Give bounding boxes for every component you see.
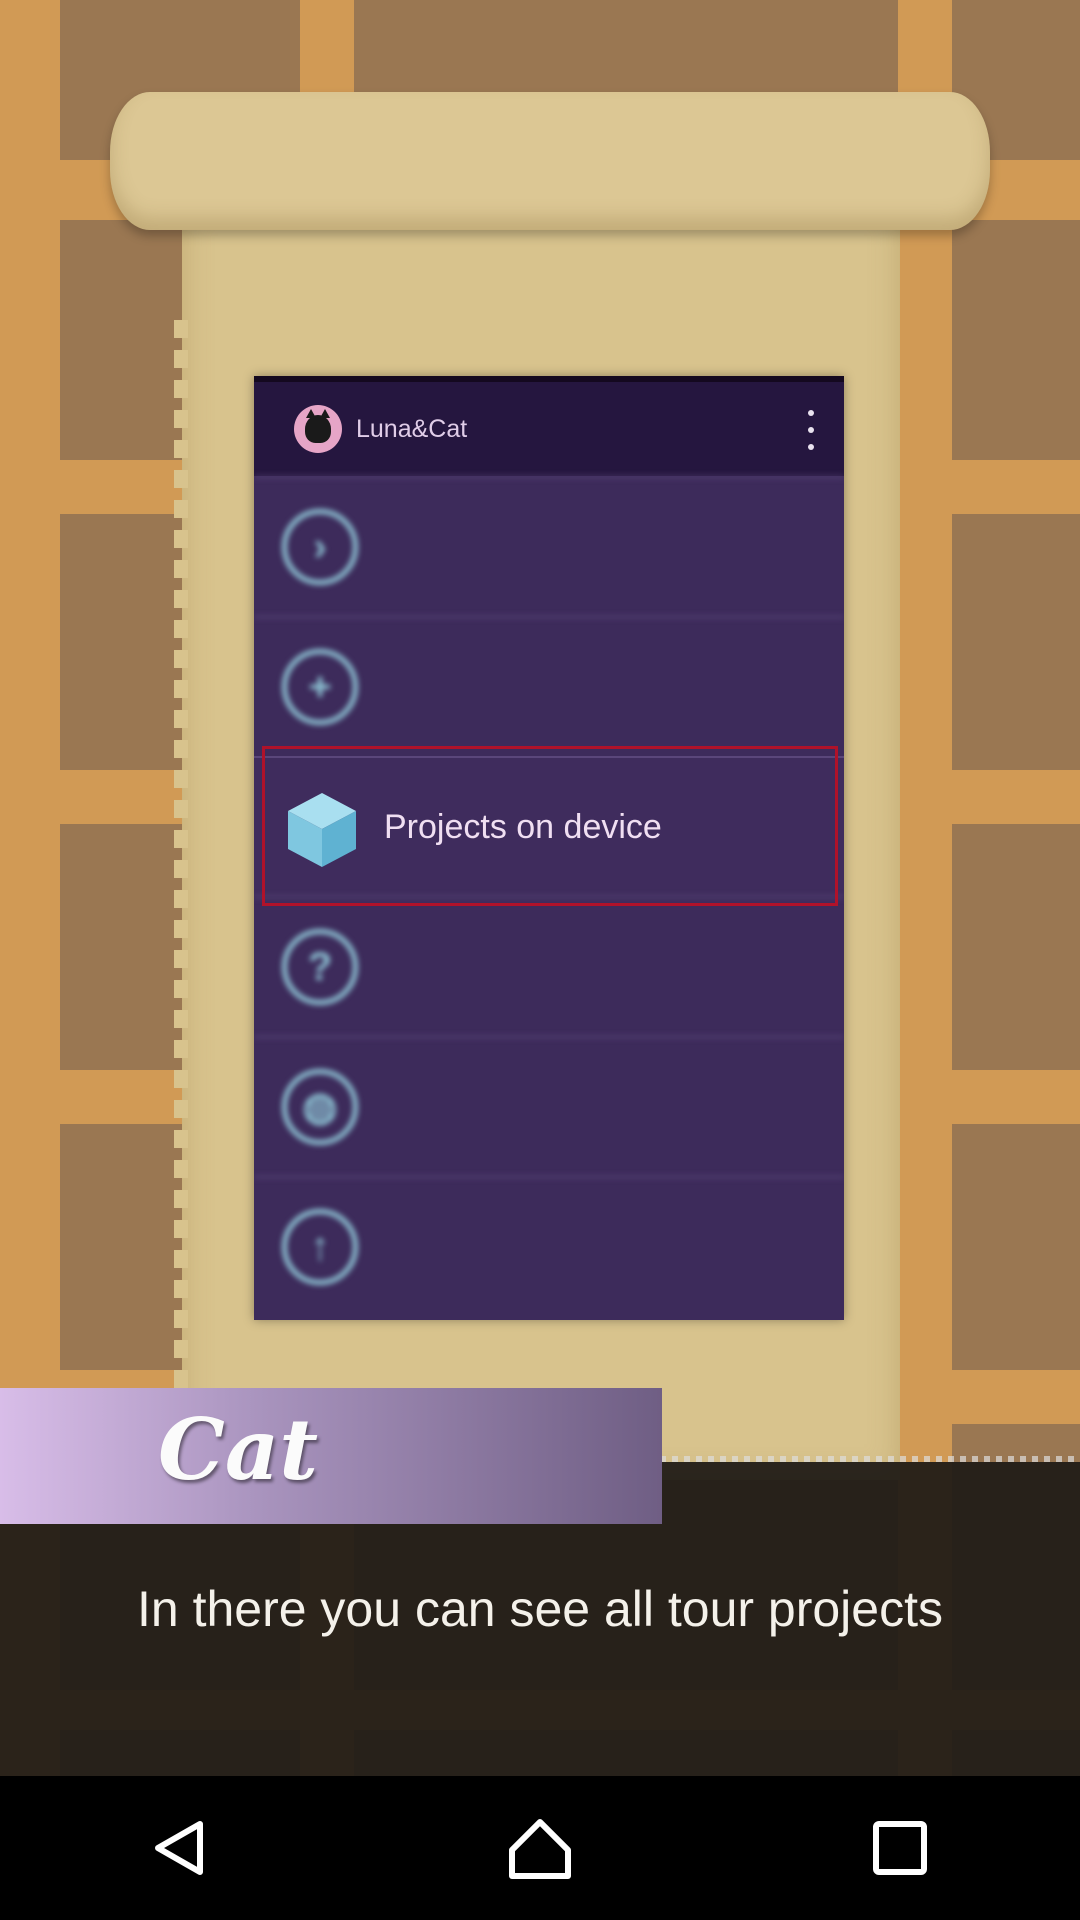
scroll-roll xyxy=(110,92,990,230)
plus-icon: + xyxy=(282,649,358,725)
back-icon xyxy=(155,1821,203,1875)
system-navigation-bar xyxy=(0,1776,1080,1920)
speaker-name: Cat xyxy=(158,1400,319,1499)
question-icon: ? xyxy=(282,929,358,1005)
recents-button[interactable] xyxy=(860,1808,940,1888)
chevron-right-icon: › xyxy=(282,509,358,585)
app-title: Luna&Cat xyxy=(356,414,468,443)
dialog-text: In there you can see all tour projects xyxy=(136,1581,943,1637)
speaker-name-plate xyxy=(0,1388,662,1524)
menu-item-web: ◍ xyxy=(254,1036,844,1176)
menu-item-new: + xyxy=(254,616,844,756)
app-toolbar: Luna&Cat xyxy=(254,382,844,476)
globe-icon: ◍ xyxy=(282,1069,358,1145)
menu-item-upload: ↑ xyxy=(254,1176,844,1316)
home-button[interactable] xyxy=(500,1808,580,1888)
menu-item-continue: › xyxy=(254,476,844,616)
cat-logo-icon xyxy=(294,405,342,453)
upload-icon: ↑ xyxy=(282,1209,358,1285)
menu-item-help: ? xyxy=(254,896,844,1036)
recents-icon xyxy=(873,1821,927,1875)
overflow-menu-icon xyxy=(806,410,816,450)
home-icon xyxy=(509,1819,571,1879)
back-button[interactable] xyxy=(140,1808,220,1888)
highlight-frame xyxy=(262,746,838,906)
